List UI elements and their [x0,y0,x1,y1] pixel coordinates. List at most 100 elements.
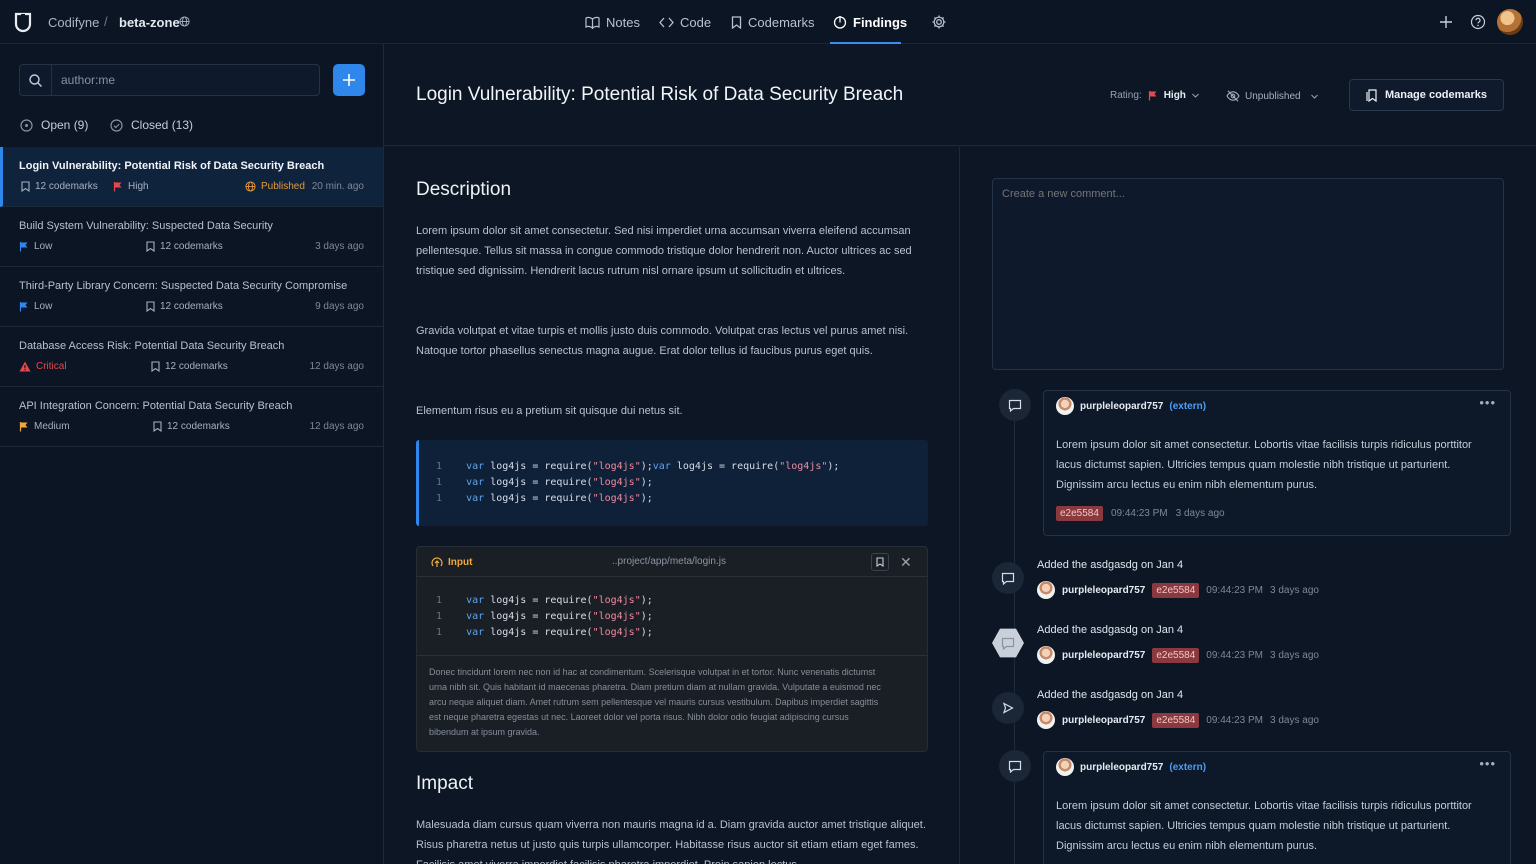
activity-meta: purpleleopard757 e2e5584 09:44:23 PM 3 d… [1037,711,1319,729]
finding-codemarks: 12 codemarks [146,301,223,312]
filter-open[interactable]: Open (9) [20,118,88,132]
manage-codemarks-button[interactable]: Manage codemarks [1349,79,1504,111]
search-input[interactable] [61,72,311,88]
comment-ago: 3 days ago [1175,508,1225,519]
comment-composer [992,178,1504,370]
gear-icon[interactable] [931,14,947,30]
bookmark-button[interactable] [871,553,889,571]
activity-title: Added the asdgasdg on Jan 4 [1037,559,1184,571]
comment-input[interactable] [993,179,1503,369]
help-icon[interactable] [1470,14,1486,30]
codemark-count: 12 codemarks [167,421,230,432]
comment-card: purpleleopard757 (extern) ••• Lorem ipsu… [1043,390,1511,536]
author-name[interactable]: purpleleopard757 [1080,762,1163,773]
commit-badge[interactable]: e2e5584 [1152,582,1200,598]
bookmark-icon [876,557,884,567]
finding-severity: Low [19,301,52,312]
severity-label: Low [34,301,53,312]
book-icon [585,16,600,29]
finding-codemarks: 12 codemarks [146,241,223,252]
author-name[interactable]: purpleleopard757 [1080,401,1163,412]
finding-time: 3 days ago [315,241,364,252]
nav-codemarks-label: Codemarks [748,14,815,30]
severity-label: High [128,181,149,192]
commit-badge[interactable]: e2e5584 [1152,712,1200,728]
finding-row[interactable]: Login Vulnerability: Potential Risk of D… [0,147,383,207]
rating-dropdown[interactable]: Rating: High [1110,90,1199,101]
nav-notes[interactable]: Notes [585,0,640,44]
activity-meta: purpleleopard757 e2e5584 09:44:23 PM 3 d… [1037,646,1319,664]
nav-codemarks[interactable]: Codemarks [731,0,814,44]
flag-icon [1148,91,1157,101]
bookmark-icon [153,421,162,432]
activity-ago: 3 days ago [1270,584,1319,596]
filter-closed[interactable]: Closed (13) [110,118,193,132]
author-name[interactable]: purpleleopard757 [1062,585,1145,596]
warning-icon [19,361,31,372]
finding-row[interactable]: Database Access Risk: Potential Data Sec… [0,327,383,387]
finding-codemarks: 12 codemarks [153,421,230,432]
nav-findings[interactable]: Findings [833,0,907,44]
open-circle-icon [20,118,33,132]
comment-meta: e2e5584 09:44:23 PM 3 days ago [1056,506,1225,521]
input-note-text: Donec tincidunt lorem nec non id hac at … [429,667,881,737]
codemark-count: 12 codemarks [35,181,98,192]
comment-author: purpleleopard757 (extern) [1056,758,1206,776]
plus-icon[interactable] [1438,14,1454,30]
finding-row[interactable]: Third-Party Library Concern: Suspected D… [0,267,383,327]
finding-time: 12 days ago [309,421,365,432]
commit-badge[interactable]: e2e5584 [1056,506,1103,521]
publish-dropdown[interactable]: Unpublished [1226,90,1318,102]
file-path[interactable]: ..project/app/meta/login.js [612,556,726,567]
bookmark-icon [146,301,155,312]
close-icon[interactable]: ✕ [900,554,912,571]
input-arrow-icon [431,557,443,567]
commit-badge[interactable]: e2e5584 [1152,647,1200,663]
brand-name[interactable]: Codifyne [48,15,99,30]
flag-icon [19,302,28,312]
rating-label: Rating: [1110,90,1142,101]
description-paragraph: Lorem ipsum dolor sit amet consectetur. … [416,225,912,277]
zone-name[interactable]: beta-zone [119,15,180,30]
code-block: 1 var log4js = require("log4js");var log… [416,440,928,526]
avatar [1037,711,1055,729]
codemark-count: 12 codemarks [160,301,223,312]
input-box-header: Input ..project/app/meta/login.js ✕ [417,547,927,577]
breadcrumb-separator: / [104,14,108,29]
author-name[interactable]: purpleleopard757 [1062,715,1145,726]
user-avatar[interactable] [1497,9,1523,35]
eye-off-icon [1226,90,1240,102]
page-title: Login Vulnerability: Potential Risk of D… [416,84,904,105]
add-finding-button[interactable] [333,64,365,96]
activity-title: Added the asdgasdg on Jan 4 [1037,624,1184,636]
code-line: 1 var log4js = require("log4js"); [436,477,653,488]
plus-icon [343,74,355,86]
globe-icon [179,16,190,27]
top-bar: Codifyne / beta-zone Notes Code Codemark… [0,0,1536,44]
flag-icon [113,182,122,192]
activity-meta: purpleleopard757 e2e5584 09:44:23 PM 3 d… [1037,581,1319,599]
extern-tag: (extern) [1169,400,1207,412]
chevron-down-icon [1310,94,1318,99]
input-box-note: Donec tincidunt lorem nec non id hac at … [417,655,927,751]
nav-findings-label: Findings [853,14,908,30]
severity-label: Critical [36,361,67,372]
finding-row[interactable]: Build System Vulnerability: Suspected Da… [0,207,383,267]
search-icon [29,74,42,87]
more-options-icon[interactable]: ••• [1479,756,1496,771]
more-options-icon[interactable]: ••• [1479,395,1496,410]
code-line: 1 var log4js = require("log4js"); [436,627,653,638]
nav-notes-label: Notes [606,14,640,30]
finding-severity: Medium [19,421,70,432]
comment-icon [992,562,1024,594]
comments-panel: purpleleopard757 (extern) ••• Lorem ipsu… [961,147,1536,864]
author-name[interactable]: purpleleopard757 [1062,650,1145,661]
finding-time: 9 days ago [315,301,364,312]
finding-header: Login Vulnerability: Potential Risk of D… [384,44,1536,146]
app-logo-icon[interactable] [12,11,34,33]
codemark-count: 12 codemarks [165,361,228,372]
finding-time: 12 days ago [309,361,365,372]
comment-text: Lorem ipsum dolor sit amet consectetur. … [1056,439,1472,491]
finding-row[interactable]: API Integration Concern: Potential Data … [0,387,383,447]
nav-code[interactable]: Code [659,0,711,44]
